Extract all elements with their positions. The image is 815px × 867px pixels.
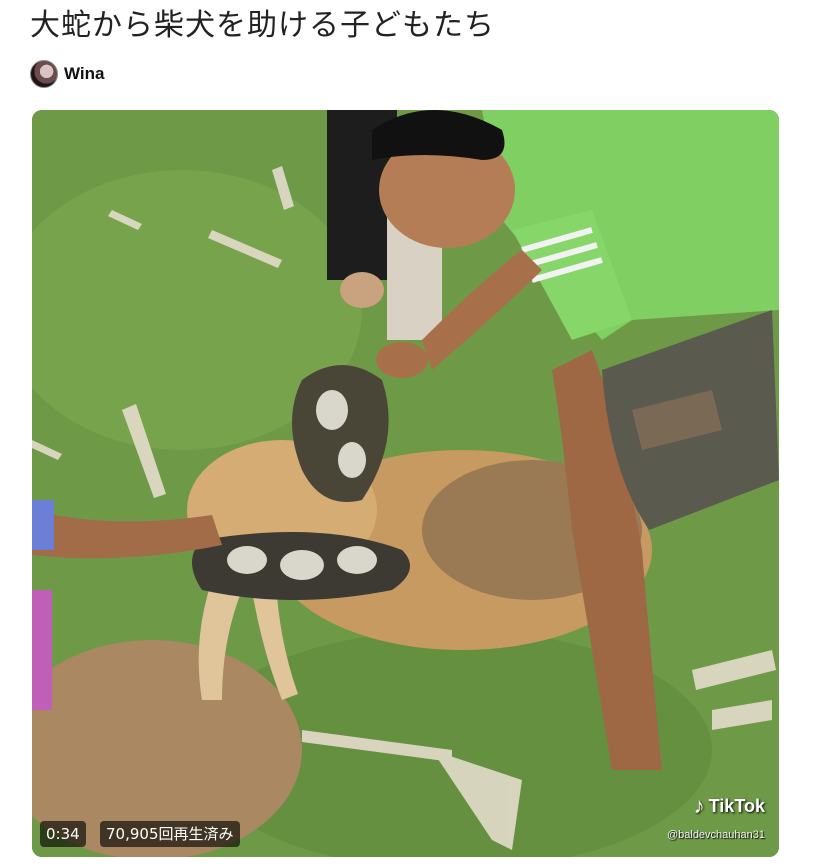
- video-frame: [32, 110, 779, 857]
- video-duration: 0:34: [40, 821, 86, 847]
- avatar[interactable]: [30, 60, 58, 88]
- video-player[interactable]: 0:34 70,905回再生済み ♪ TikTok @baldevchauhan…: [32, 110, 779, 857]
- tiktok-brand: TikTok: [708, 795, 765, 816]
- view-count: 70,905回再生済み: [100, 821, 240, 847]
- post-title: 大蛇から柴犬を助ける子どもたち: [30, 8, 495, 43]
- tiktok-handle: @baldevchauhan31: [666, 829, 765, 841]
- tiktok-note-icon: ♪: [693, 793, 705, 818]
- author-name[interactable]: Wina: [64, 64, 104, 84]
- tiktok-watermark: ♪ TikTok: [694, 793, 765, 819]
- author-row[interactable]: Wina: [30, 59, 104, 89]
